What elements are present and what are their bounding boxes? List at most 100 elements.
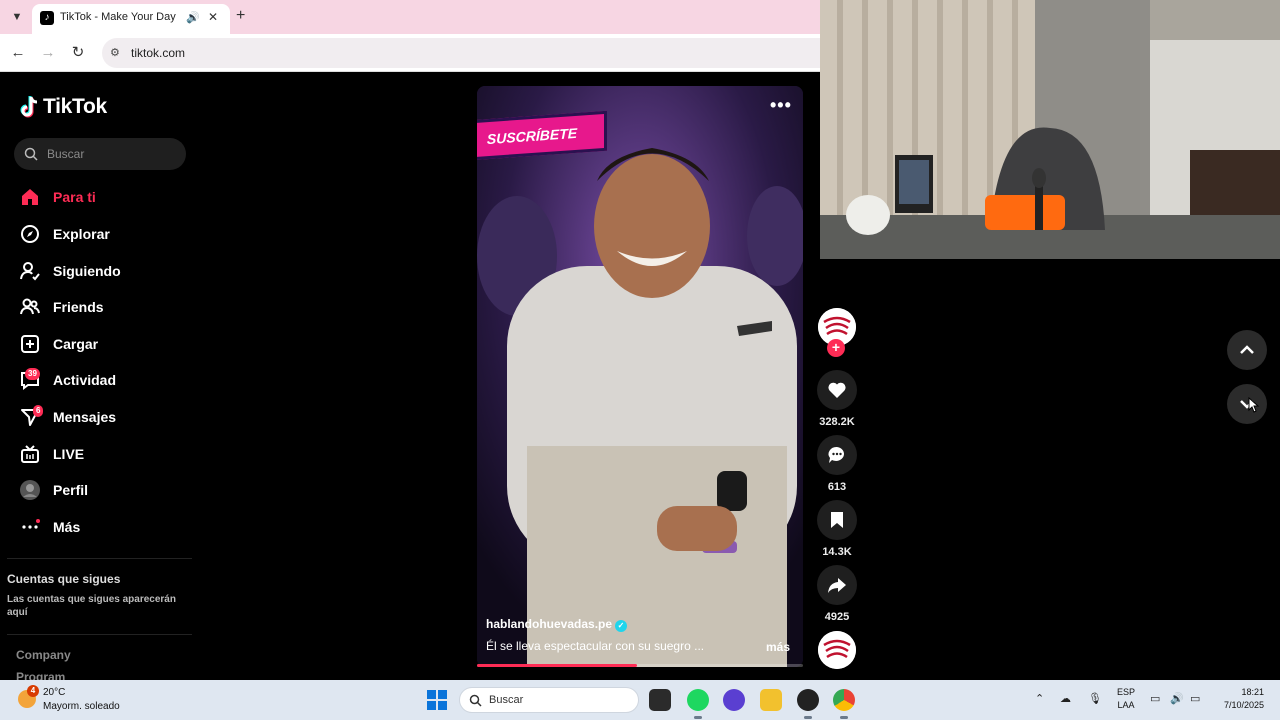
comment-icon [828, 446, 845, 463]
verified-badge-icon: ✓ [615, 620, 628, 632]
search-input[interactable]: Buscar [14, 138, 186, 170]
sidebar-item-label: Mensajes [53, 409, 117, 425]
tiktok-logo[interactable]: TikTok [20, 95, 107, 119]
heart-icon [828, 382, 846, 398]
footer-link-company[interactable]: Company [16, 648, 71, 662]
forward-arrow-icon[interactable]: → [38, 43, 58, 63]
video-author[interactable]: hablandohuevadas.pe ✓ [486, 617, 628, 632]
chrome-icon[interactable] [833, 689, 855, 711]
share-count: 4925 [824, 611, 850, 623]
clock-time: 18:21 [1241, 687, 1264, 697]
address-bar[interactable]: ⚙ tiktok.com [102, 38, 820, 68]
video-player[interactable]: SUSCRÍBETE [477, 86, 803, 667]
sound-avatar-image [818, 631, 856, 669]
weather-temperature[interactable]: 20°C [43, 687, 65, 698]
comment-button[interactable] [817, 435, 857, 475]
sound-avatar[interactable] [818, 631, 856, 669]
tiktok-logo-icon [20, 96, 38, 118]
save-count: 14.3K [822, 546, 852, 558]
plus-icon[interactable]: + [236, 8, 245, 24]
webcam-overlay [820, 0, 1280, 259]
sidebar-item-mensajes[interactable]: 6 Mensajes [20, 403, 190, 431]
file-explorer-icon[interactable] [760, 689, 782, 711]
taskbar-search[interactable]: Buscar [459, 687, 639, 713]
mouse-cursor-icon [1248, 397, 1260, 413]
sidebar-item-live[interactable]: LIVE [20, 440, 190, 468]
chevron-up-icon [1240, 345, 1254, 354]
volume-icon[interactable]: 🔊 [1170, 692, 1184, 705]
next-video-button[interactable] [1227, 384, 1267, 424]
network-icon[interactable]: ▭ [1150, 692, 1160, 705]
sidebar-item-perfil[interactable]: Perfil [20, 476, 190, 504]
browser-tab[interactable]: ♪ TikTok - Make Your Day 🔊 ✕ [32, 4, 230, 34]
spotify-icon[interactable] [687, 689, 709, 711]
compass-icon [21, 225, 39, 243]
chevron-up-icon[interactable]: ⌃ [1035, 692, 1044, 705]
obs-icon[interactable] [797, 689, 819, 711]
like-button[interactable] [817, 370, 857, 410]
share-icon [828, 578, 846, 593]
task-view-icon[interactable] [649, 689, 671, 711]
live-icon [21, 445, 39, 463]
search-icon [24, 147, 38, 161]
home-icon [22, 189, 38, 205]
sidebar-item-cargar[interactable]: Cargar [20, 330, 190, 358]
sidebar-item-actividad[interactable]: 39 Actividad [20, 366, 190, 394]
sidebar-item-mas[interactable]: Más [20, 513, 190, 541]
back-arrow-icon[interactable]: ← [8, 43, 28, 63]
save-button[interactable] [817, 500, 857, 540]
sidebar-item-label: Cargar [53, 336, 99, 352]
activity-badge: 39 [25, 368, 40, 380]
clock[interactable]: 18:21 7/10/2025 [1216, 686, 1264, 712]
language-code: ESP [1117, 687, 1136, 697]
comment-count: 613 [827, 481, 847, 493]
following-icon [20, 262, 40, 281]
sidebar-item-label: Perfil [53, 482, 89, 498]
browser-tab-bar: ▼ ♪ TikTok - Make Your Day 🔊 ✕ + [0, 0, 820, 34]
browser-toolbar: ← → ↻ ⚙ tiktok.com [0, 34, 820, 72]
divider [7, 634, 192, 635]
keyboard-layout: LAA [1117, 700, 1135, 710]
taskbar-search-placeholder: Buscar [489, 694, 524, 706]
video-progress-fill [477, 664, 637, 667]
messages-badge: 6 [33, 405, 44, 417]
windows-start-icon[interactable] [427, 690, 447, 710]
running-indicator [694, 716, 702, 719]
site-info-icon[interactable]: ⚙ [110, 46, 120, 59]
speaker-icon[interactable]: 🔊 [186, 11, 200, 24]
following-title: Cuentas que sigues [7, 572, 121, 586]
share-button[interactable] [817, 565, 857, 605]
weather-description[interactable]: Mayorm. soleado [43, 701, 120, 712]
tab-title: TikTok - Make Your Day [60, 11, 176, 23]
like-count: 328.2K [819, 416, 855, 428]
divider [7, 558, 192, 559]
running-indicator [840, 716, 848, 719]
previous-video-button[interactable] [1227, 330, 1267, 370]
profile-avatar [20, 480, 40, 500]
caption-more-link[interactable]: más [766, 640, 790, 654]
url-text: tiktok.com [131, 46, 186, 60]
app-circle-icon[interactable] [723, 689, 745, 711]
sidebar-item-label: Actividad [53, 372, 117, 388]
running-indicator [804, 716, 812, 719]
author-name: hablandohuevadas.pe [486, 617, 613, 631]
sidebar-item-friends[interactable]: Friends [20, 293, 190, 321]
sidebar-item-label: LIVE [53, 446, 85, 462]
chevron-down-icon[interactable]: ▼ [8, 8, 26, 26]
logo-text: TikTok [43, 95, 107, 118]
friends-icon [20, 298, 40, 315]
sidebar-item-para-ti[interactable]: Para ti [20, 183, 190, 211]
battery-icon[interactable]: ▭ [1190, 692, 1200, 705]
reload-icon[interactable]: ↻ [68, 43, 88, 63]
upload-icon [21, 335, 39, 353]
onedrive-cloud-icon[interactable]: ☁ [1060, 692, 1071, 705]
video-progress-bar[interactable] [477, 664, 803, 667]
sidebar-item-explorar[interactable]: Explorar [20, 220, 190, 248]
microphone-icon[interactable]: 🎙 [1088, 692, 1102, 705]
sidebar-item-siguiendo[interactable]: Siguiendo [20, 257, 190, 285]
follow-button[interactable]: + [827, 339, 845, 357]
close-icon[interactable]: ✕ [208, 10, 218, 24]
more-options-icon[interactable]: ••• [770, 95, 792, 116]
sidebar-item-label: Explorar [53, 226, 110, 242]
language-indicator[interactable]: ESP LAA [1117, 686, 1135, 712]
